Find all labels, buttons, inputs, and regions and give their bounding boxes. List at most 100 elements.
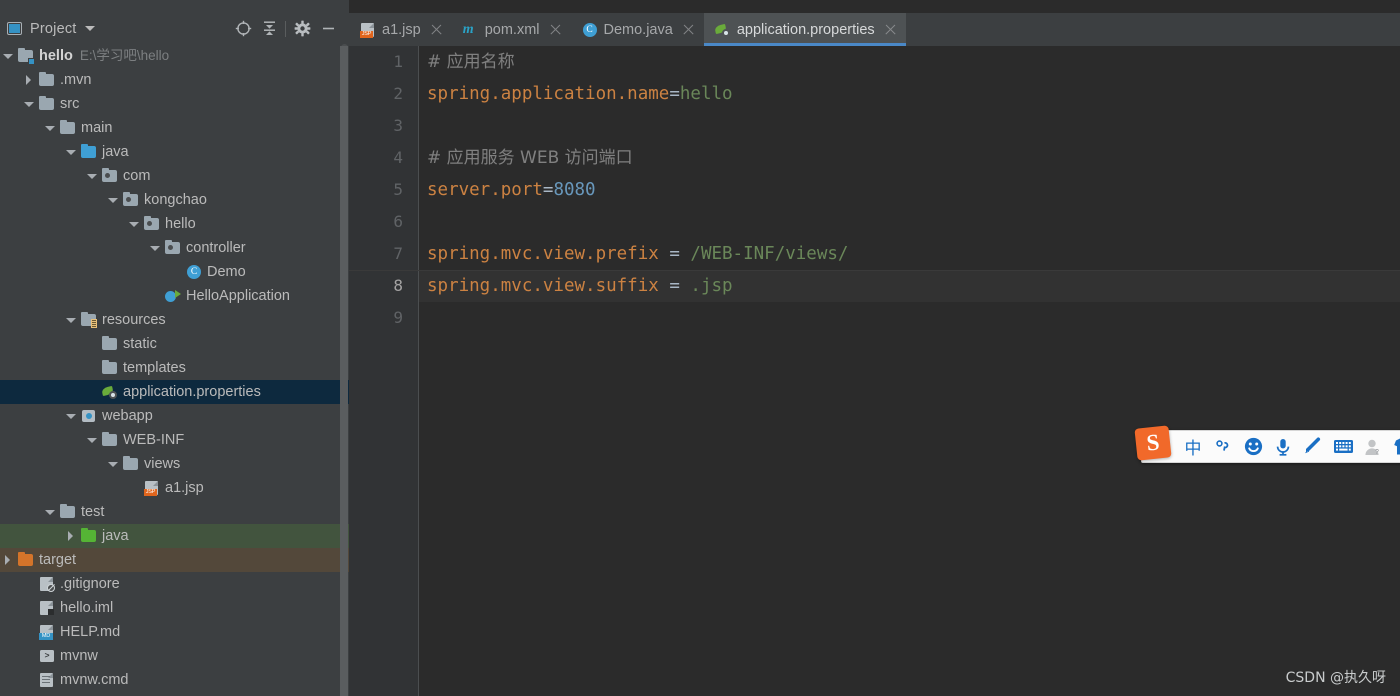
chevron-right-icon[interactable]: [24, 75, 35, 86]
tree-item-controller[interactable]: controller: [0, 236, 349, 260]
tree-item-demo[interactable]: CDemo: [0, 260, 349, 284]
folder-resources-icon: [80, 312, 97, 328]
spring-boot-app-icon: [164, 288, 181, 304]
code-line[interactable]: 3: [419, 110, 1400, 142]
chevron-down-icon[interactable]: [108, 195, 119, 206]
close-icon[interactable]: [682, 23, 695, 36]
tree-item-help-md[interactable]: MDHELP.md: [0, 620, 349, 644]
chinese-english-toggle[interactable]: 中: [1178, 430, 1208, 463]
tree-item-views[interactable]: views: [0, 452, 349, 476]
chevron-right-icon[interactable]: [66, 531, 77, 542]
editor-tab-pom-xml[interactable]: mpom.xml: [452, 13, 571, 46]
tree-arrow-placeholder: [24, 603, 35, 614]
code-line[interactable]: 5server.port=8080: [419, 174, 1400, 206]
tree-item-web-inf[interactable]: WEB-INF: [0, 428, 349, 452]
tree-item-java[interactable]: java: [0, 524, 349, 548]
code-line[interactable]: 7spring.mvc.view.prefix = /WEB-INF/views…: [419, 238, 1400, 270]
chevron-down-icon[interactable]: [87, 435, 98, 446]
tree-item-main[interactable]: main: [0, 116, 349, 140]
code-line[interactable]: 2spring.application.name=hello: [419, 78, 1400, 110]
chevron-down-icon[interactable]: [150, 243, 161, 254]
code-line[interactable]: 8spring.mvc.view.suffix = .jsp: [419, 270, 1400, 302]
sogou-logo-icon[interactable]: S: [1134, 425, 1171, 460]
tree-item-test[interactable]: test: [0, 500, 349, 524]
tree-item-target[interactable]: target: [0, 548, 349, 572]
chevron-down-icon[interactable]: [24, 99, 35, 110]
tree-item-helloapplication[interactable]: HelloApplication: [0, 284, 349, 308]
code-token-eq: =: [669, 84, 680, 104]
emoji-icon[interactable]: [1238, 430, 1268, 463]
chevron-down-icon[interactable]: [66, 315, 77, 326]
folder-grey-icon: [101, 336, 118, 352]
tree-item-label: hello: [165, 216, 196, 232]
ide-window: Project: [0, 0, 1400, 696]
tree-item-mvnw-cmd[interactable]: mvnw.cmd: [0, 668, 349, 692]
user-account-icon[interactable]: ?: [1358, 430, 1388, 463]
tree-item-a1-jsp[interactable]: JSPa1.jsp: [0, 476, 349, 500]
code-line[interactable]: 6: [419, 206, 1400, 238]
select-opened-file-icon[interactable]: [230, 16, 256, 42]
tree-item-resources[interactable]: resources: [0, 308, 349, 332]
tree-item-java[interactable]: java: [0, 140, 349, 164]
chevron-down-icon[interactable]: [85, 26, 95, 31]
handwriting-icon[interactable]: [1298, 430, 1328, 463]
chevron-down-icon[interactable]: [129, 219, 140, 230]
tree-item-com[interactable]: com: [0, 164, 349, 188]
close-icon[interactable]: [884, 23, 897, 36]
editor-left-scrollbar[interactable]: [340, 46, 348, 696]
code-line[interactable]: 1# 应用名称: [419, 46, 1400, 78]
code-token-comment: # 应用服务 WEB 访问端口: [427, 148, 633, 168]
chevron-down-icon[interactable]: [66, 147, 77, 158]
tree-arrow-placeholder: [87, 387, 98, 398]
skin-icon[interactable]: [1388, 430, 1400, 463]
tree-item--mvn[interactable]: .mvn: [0, 68, 349, 92]
tree-item-webapp[interactable]: webapp: [0, 404, 349, 428]
sogou-ime-toolbar[interactable]: S 中: [1141, 430, 1400, 463]
tree-item-hello-iml[interactable]: hello.iml: [0, 596, 349, 620]
editor-tab-a1-jsp[interactable]: JSPa1.jsp: [349, 13, 452, 46]
chevron-down-icon[interactable]: [87, 171, 98, 182]
code-line[interactable]: 4# 应用服务 WEB 访问端口: [419, 142, 1400, 174]
close-icon[interactable]: [430, 23, 443, 36]
tree-item-label: resources: [102, 312, 166, 328]
chevron-down-icon[interactable]: [66, 411, 77, 422]
tree-item-kongchao[interactable]: kongchao: [0, 188, 349, 212]
tree-item-label: target: [39, 552, 76, 568]
chevron-down-icon[interactable]: [108, 459, 119, 470]
tree-item--gitignore[interactable]: .gitignore: [0, 572, 349, 596]
collapse-all-icon[interactable]: [256, 16, 282, 42]
tree-item-src[interactable]: src: [0, 92, 349, 116]
tree-item-hello[interactable]: helloE:\学习吧\hello: [0, 44, 349, 68]
soft-keyboard-icon[interactable]: [1328, 430, 1358, 463]
tree-item-label: application.properties: [123, 384, 261, 400]
hide-icon[interactable]: [315, 16, 341, 42]
editor-tab-demo-java[interactable]: CDemo.java: [571, 13, 704, 46]
module-folder-icon: [17, 48, 34, 64]
tree-item-mvnw[interactable]: >mvnw: [0, 644, 349, 668]
code-line-text: spring.application.name=hello: [427, 84, 733, 104]
tree-item-hello[interactable]: hello: [0, 212, 349, 236]
punctuation-toggle-icon[interactable]: [1208, 430, 1238, 463]
chevron-right-icon[interactable]: [3, 555, 14, 566]
folder-grey-icon: [101, 360, 118, 376]
settings-gear-icon[interactable]: [289, 16, 315, 42]
tree-item-application-properties[interactable]: application.properties: [0, 380, 349, 404]
editor-tab-label: Demo.java: [604, 22, 673, 38]
tree-item-templates[interactable]: templates: [0, 356, 349, 380]
voice-input-icon[interactable]: [1268, 430, 1298, 463]
tree-item-static[interactable]: static: [0, 332, 349, 356]
project-tool-window: Project: [0, 13, 349, 696]
chevron-down-icon[interactable]: [45, 123, 56, 134]
line-number: 9: [349, 302, 403, 334]
project-tree[interactable]: helloE:\学习吧\hello.mvnsrcmainjavacomkongc…: [0, 44, 349, 696]
chevron-down-icon[interactable]: [45, 507, 56, 518]
code-content[interactable]: 1# 应用名称2spring.application.name=hello34#…: [419, 46, 1400, 696]
close-icon[interactable]: [549, 23, 562, 36]
editor-area: JSPa1.jspmpom.xmlCDemo.javaapplication.p…: [349, 0, 1400, 696]
code-line[interactable]: 9: [419, 302, 1400, 334]
editor-tab-application-properties[interactable]: application.properties: [704, 13, 906, 46]
tree-item-blank[interactable]: [0, 692, 349, 696]
tree-item-label: hello: [39, 48, 73, 64]
chevron-down-icon[interactable]: [3, 51, 14, 62]
line-number: 2: [349, 78, 403, 110]
